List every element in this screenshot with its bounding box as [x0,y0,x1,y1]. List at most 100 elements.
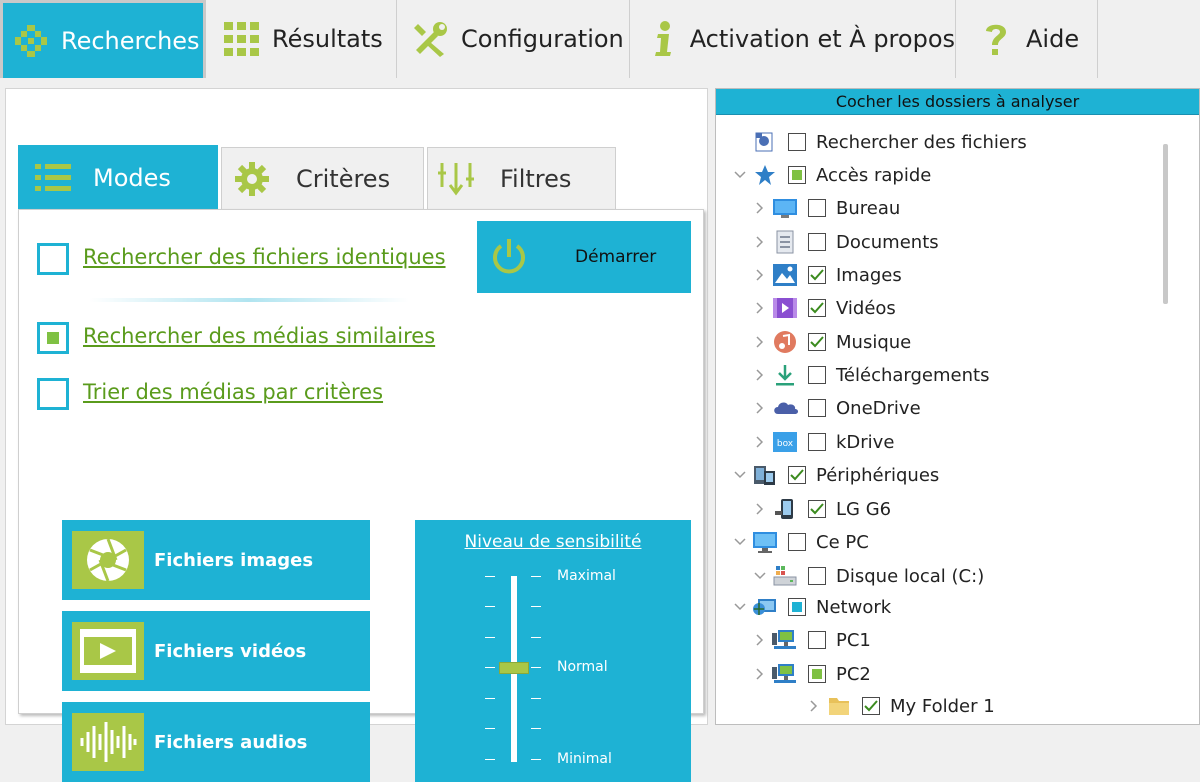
main-tab-bar: Recherches Résultats Configuration Activ… [0,0,1200,80]
folder-tree-header: Cocher les dossiers à analyser [716,89,1199,115]
sort-media-checkbox[interactable] [37,378,69,410]
chevron-down-icon[interactable] [750,572,770,580]
sensitivity-max-label: Maximal [557,568,616,584]
tree-item[interactable]: Documents [750,226,939,258]
sensitivity-tick-right [531,667,541,668]
tree-checkbox[interactable] [788,133,806,151]
image-files-label: Fichiers images [154,549,314,571]
chevron-right-icon[interactable] [750,236,770,248]
tree-checkbox-checked[interactable] [808,299,826,317]
tree-checkbox-checked[interactable] [862,697,880,715]
tree-item-label: PC2 [836,663,871,685]
tab-filtres[interactable]: Filtres [427,147,616,209]
tab-criteres[interactable]: Critères [221,147,424,209]
chevron-right-icon[interactable] [750,402,770,414]
tree-item[interactable]: Périphériques [730,459,939,491]
sensitivity-tick-left [485,637,495,638]
tree-checkbox-checked[interactable] [808,333,826,351]
tree-item[interactable]: Vidéos [750,292,896,324]
svg-text:box: box [777,439,794,449]
info-icon [648,19,680,59]
sensitivity-tick-left [485,698,495,699]
tree-checkbox[interactable] [808,665,826,683]
tree-checkbox-checked[interactable] [808,266,826,284]
tree-checkbox[interactable] [808,199,826,217]
tab-aide[interactable]: Aide [956,0,1098,78]
start-button[interactable]: Démarrer [477,221,691,293]
tree-checkbox[interactable] [808,233,826,251]
tree-checkbox-checked[interactable] [808,500,826,518]
sensitivity-slider-thumb[interactable] [499,661,529,674]
tree-item[interactable]: Rechercher des fichiers [730,126,1027,158]
chevron-down-icon[interactable] [730,603,750,611]
chevron-right-icon[interactable] [750,369,770,381]
tree-item[interactable]: Network [730,591,891,623]
tree-item[interactable]: LG G6 [750,493,891,525]
chevron-right-icon[interactable] [750,336,770,348]
tab-modes-label: Modes [93,163,171,192]
tree-checkbox[interactable] [808,366,826,384]
tree-item-label: Accès rapide [816,164,932,186]
chevron-right-icon[interactable] [750,269,770,281]
tree-item[interactable]: Images [750,259,902,291]
tree-item[interactable]: PC1 [750,624,871,656]
tree-item[interactable]: box kDrive [750,426,894,458]
network-icon [752,594,778,620]
tree-checkbox[interactable] [808,433,826,451]
tree-item[interactable]: PC2 [750,658,871,690]
waveform-icon [72,713,144,771]
chevron-right-icon[interactable] [750,503,770,515]
similar-media-label[interactable]: Rechercher des médias similaires [83,324,435,348]
chevron-right-icon[interactable] [750,302,770,314]
chevron-down-icon[interactable] [730,471,750,479]
image-files-button[interactable]: Fichiers images [62,520,370,600]
tree-item[interactable]: Disque local (C:) [750,560,984,592]
tree-checkbox[interactable] [788,166,806,184]
tab-configuration[interactable]: Configuration [397,0,630,78]
sort-media-label[interactable]: Trier des médias par critères [83,380,383,404]
tree-checkbox[interactable] [808,399,826,417]
chevron-down-icon[interactable] [730,171,750,179]
tree-item[interactable]: OneDrive [750,392,921,424]
tab-modes[interactable]: Modes [18,145,218,209]
folder-icon [826,693,852,719]
tree-checkbox[interactable] [808,567,826,585]
download-icon [772,362,798,388]
sensitivity-normal-label: Normal [557,659,608,675]
tree-item-label: Téléchargements [836,364,990,386]
chevron-down-icon[interactable] [730,538,750,546]
tree-item[interactable]: Bureau [750,192,900,224]
scrollbar[interactable] [1163,144,1168,304]
audio-files-button[interactable]: Fichiers audios [62,702,370,782]
folder-tree-panel: Cocher les dossiers à analyser Recherche… [715,88,1200,725]
similar-media-checkbox[interactable] [37,322,69,354]
tree-checkbox[interactable] [788,598,806,616]
chevron-right-icon[interactable] [750,668,770,680]
tab-recherches[interactable]: Recherches [0,0,206,78]
identical-files-checkbox[interactable] [37,243,69,275]
tab-activation[interactable]: Activation et À propos [630,0,956,78]
drive-icon [772,563,798,589]
music-icon [772,329,798,355]
tree-item-label: Images [836,264,902,286]
tree-checkbox-checked[interactable] [788,466,806,484]
audio-files-label: Fichiers audios [154,731,308,753]
chevron-right-icon[interactable] [750,202,770,214]
tools-icon [411,19,451,59]
sensitivity-tick-left [485,759,495,760]
chevron-right-icon[interactable] [804,700,824,712]
tree-checkbox[interactable] [808,631,826,649]
chevron-right-icon[interactable] [750,436,770,448]
filter-icon [434,161,478,197]
tree-item[interactable]: Téléchargements [750,359,989,391]
tree-item[interactable]: Musique [750,326,911,358]
tab-resultats[interactable]: Résultats [206,0,397,78]
tree-checkbox[interactable] [788,533,806,551]
tree-item[interactable]: Ce PC [730,526,869,558]
tree-item[interactable]: Accès rapide [730,159,931,191]
tree-item-label: Network [816,596,892,618]
identical-files-label[interactable]: Rechercher des fichiers identiques [83,245,446,269]
tree-item[interactable]: My Folder 1 [804,690,995,722]
video-files-button[interactable]: Fichiers vidéos [62,611,370,691]
chevron-right-icon[interactable] [750,634,770,646]
